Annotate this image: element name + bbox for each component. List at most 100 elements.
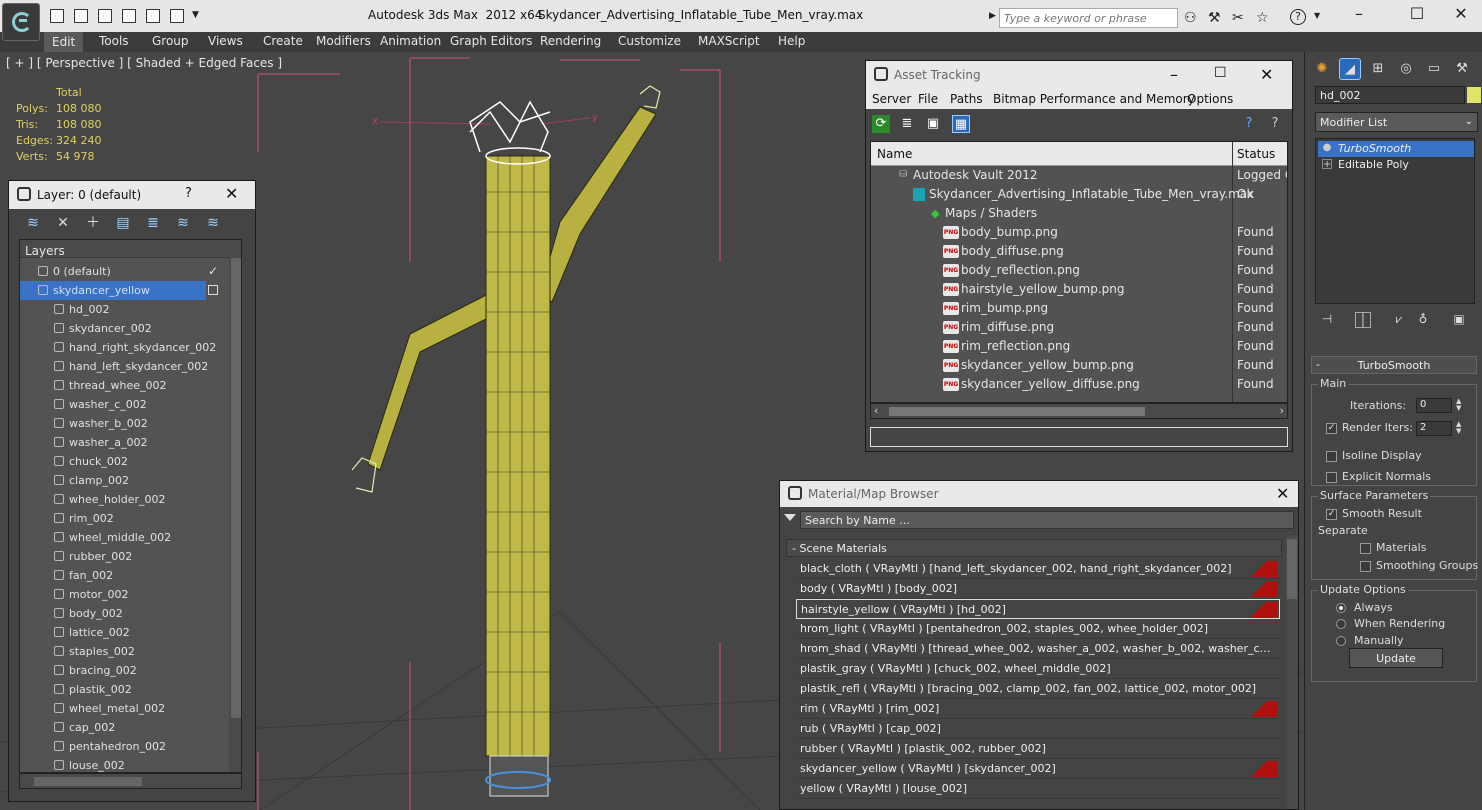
asset-row[interactable]: PNG hairstyle_yellow_bump.png Found — [871, 280, 1287, 299]
layers-column-header[interactable]: Layers — [20, 240, 241, 258]
object-row[interactable]: chuck_002 — [20, 452, 228, 471]
asset-row[interactable]: ◆ Maps / Shaders — [871, 204, 1287, 223]
material-row[interactable]: rubber ( VRayMtl ) [plastik_002, rubber_… — [796, 739, 1280, 759]
new-file-icon[interactable] — [50, 9, 64, 23]
material-browser-titlebar[interactable]: Material/Map Browser ✕ — [780, 481, 1298, 507]
lightbulb-icon[interactable]: ● — [1322, 143, 1332, 153]
layer-row[interactable]: 0 (default) ✓ — [20, 262, 228, 281]
menu-customize[interactable]: Customize — [618, 34, 681, 48]
update-button[interactable]: Update — [1349, 648, 1443, 668]
object-row[interactable]: washer_a_002 — [20, 433, 228, 452]
make-current-box-icon[interactable] — [208, 285, 218, 295]
help-icon[interactable]: ? — [185, 186, 192, 201]
menu-server[interactable]: Server — [872, 92, 911, 106]
asset-row[interactable]: ⛁ Autodesk Vault 2012 Logged O — [871, 166, 1287, 185]
scroll-thumb[interactable] — [889, 407, 1145, 416]
thumbnail-view-icon[interactable]: ▣ — [924, 115, 942, 133]
object-name-field[interactable]: hd_002 — [1315, 86, 1465, 104]
app-logo-icon[interactable] — [2, 3, 40, 41]
material-row[interactable]: yellow ( VRayMtl ) [louse_002] — [796, 779, 1280, 799]
delete-layer-icon[interactable]: ✕ — [55, 215, 71, 231]
object-row[interactable]: staples_002 — [20, 642, 228, 661]
render-iters-checkbox[interactable]: ✓ — [1326, 423, 1337, 434]
help-dropdown-icon[interactable]: ▼ — [1314, 11, 1320, 20]
smoothing-groups-checkbox[interactable] — [1360, 561, 1371, 572]
column-status[interactable]: Status — [1237, 147, 1275, 161]
explicit-normals-checkbox[interactable] — [1326, 472, 1337, 483]
asset-row[interactable]: PNG rim_reflection.png Found — [871, 337, 1287, 356]
menu-help[interactable]: Help — [778, 34, 805, 48]
hide-all-layers-icon[interactable]: ≋ — [175, 215, 191, 231]
menu-graph-editors[interactable]: Graph Editors — [450, 34, 532, 48]
object-row[interactable]: washer_b_002 — [20, 414, 228, 433]
add-to-layer-icon[interactable]: ＋ — [85, 215, 101, 231]
scene-materials-section[interactable]: - Scene Materials — [786, 539, 1282, 557]
material-row[interactable]: plastik_gray ( VRayMtl ) [chuck_002, whe… — [796, 659, 1280, 679]
communication-icon[interactable]: ✂ — [1232, 10, 1244, 26]
material-row[interactable]: rim ( VRayMtl ) [rim_002] — [796, 699, 1280, 719]
refresh-icon[interactable]: ⟳ — [872, 115, 890, 133]
menu-bitmap-performance[interactable]: Bitmap Performance and Memory — [993, 92, 1195, 106]
create-layer-icon[interactable]: ≋ — [25, 215, 41, 231]
hierarchy-tab-icon[interactable]: ⊞ — [1367, 58, 1389, 80]
list-view-icon[interactable]: ≣ — [898, 115, 916, 133]
layer-row-selected[interactable]: skydancer_yellow — [20, 281, 206, 300]
collapse-icon[interactable]: - — [1316, 358, 1320, 371]
modifier-stack[interactable]: ● TurboSmooth + Editable Poly — [1315, 138, 1475, 304]
object-color-swatch[interactable] — [1467, 87, 1481, 103]
smooth-result-checkbox[interactable]: ✓ — [1326, 509, 1337, 520]
object-row[interactable]: washer_c_002 — [20, 395, 228, 414]
object-row[interactable]: motor_002 — [20, 585, 228, 604]
object-row[interactable]: skydancer_002 — [20, 319, 228, 338]
scroll-left-icon[interactable]: ‹ — [874, 404, 878, 417]
asset-path-field[interactable] — [870, 427, 1288, 447]
materials-checkbox[interactable] — [1360, 543, 1371, 554]
object-row[interactable]: fan_002 — [20, 566, 228, 585]
menu-create[interactable]: Create — [263, 34, 303, 48]
material-search-input[interactable]: Search by Name ... — [800, 511, 1294, 529]
save-file-icon[interactable] — [98, 9, 112, 23]
object-row[interactable]: wheel_middle_002 — [20, 528, 228, 547]
object-row[interactable]: plastik_002 — [20, 680, 228, 699]
utilities-tab-icon[interactable]: ⚒ — [1451, 58, 1473, 80]
binoculars-icon[interactable]: ⚇ — [1184, 10, 1197, 26]
asset-row[interactable]: PNG body_bump.png Found — [871, 223, 1287, 242]
undo-icon[interactable] — [146, 9, 160, 23]
menu-paths[interactable]: Paths — [950, 92, 983, 106]
material-row[interactable]: body ( VRayMtl ) [body_002] — [796, 579, 1280, 599]
layer-tree[interactable]: Layers 0 (default) ✓ skydancer_yellow hd_… — [19, 239, 242, 773]
maximize-icon[interactable]: ☐ — [1214, 65, 1227, 81]
close-icon[interactable]: ✕ — [225, 184, 238, 203]
menu-group[interactable]: Group — [152, 34, 189, 48]
stack-item-editable-poly[interactable]: + Editable Poly — [1318, 157, 1474, 173]
asset-row[interactable]: PNG body_reflection.png Found — [871, 261, 1287, 280]
redo-icon[interactable] — [170, 9, 184, 23]
when-rendering-radio[interactable] — [1336, 619, 1346, 629]
object-row[interactable]: wheel_metal_002 — [20, 699, 228, 718]
spinner-arrows-icon[interactable]: ▲ ▼ — [1456, 398, 1464, 412]
help-icon[interactable]: ? — [1290, 9, 1306, 25]
create-tab-icon[interactable]: ✺ — [1311, 58, 1333, 80]
object-row[interactable]: hand_right_skydancer_002 — [20, 338, 228, 357]
iterations-spinner[interactable]: 0 — [1416, 398, 1452, 413]
close-icon[interactable]: ✕ — [1446, 4, 1476, 23]
layer-horizontal-scrollbar[interactable] — [19, 773, 242, 789]
menu-modifiers[interactable]: Modifiers — [316, 34, 371, 48]
quick-access-dropdown-icon[interactable]: ▼ — [192, 10, 199, 20]
asset-row[interactable]: PNG skydancer_yellow_bump.png Found — [871, 356, 1287, 375]
isoline-checkbox[interactable] — [1326, 451, 1337, 462]
layer-panel-titlebar[interactable]: Layer: 0 (default) ? ✕ — [9, 181, 255, 209]
object-row[interactable]: rubber_002 — [20, 547, 228, 566]
material-row[interactable]: plastik_refl ( VRayMtl ) [bracing_002, c… — [796, 679, 1280, 699]
asset-horizontal-scrollbar[interactable]: ‹ › — [870, 403, 1288, 419]
material-row[interactable]: black_cloth ( VRayMtl ) [hand_left_skyda… — [796, 559, 1280, 579]
make-unique-icon[interactable]: ⩗ — [1391, 312, 1407, 328]
column-name[interactable]: Name — [877, 147, 912, 161]
open-file-icon[interactable] — [74, 9, 88, 23]
scroll-right-icon[interactable]: › — [1280, 404, 1284, 417]
browser-options-icon[interactable] — [784, 514, 796, 521]
material-row[interactable]: rub ( VRayMtl ) [cap_002] — [796, 719, 1280, 739]
viewport-label[interactable]: [ + ] [ Perspective ] [ Shaded + Edged F… — [6, 56, 282, 70]
object-row[interactable]: hand_left_skydancer_002 — [20, 357, 228, 376]
search-expand-icon[interactable]: ▶ — [989, 11, 996, 21]
